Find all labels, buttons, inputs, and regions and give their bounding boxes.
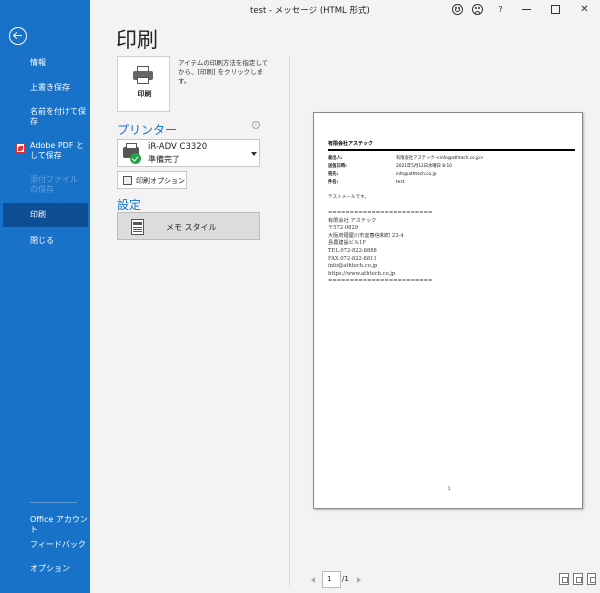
- print-button-label: 印刷: [137, 90, 152, 98]
- preview-rule: [328, 149, 575, 151]
- sidebar-divider: [30, 502, 77, 503]
- sidebar-item-save-as[interactable]: 名前を付けて保存: [0, 107, 90, 127]
- preview-field-from: 差出人: 有限会社アステック <info@athtech.co.jp>: [328, 156, 484, 161]
- printer-section-heading: プリンター: [117, 123, 178, 137]
- print-preview-page: 有限会社アステック 差出人: 有限会社アステック <info@athtech.co…: [313, 112, 583, 509]
- printer-dropdown[interactable]: iR-ADV C3320 準備完了: [117, 139, 260, 167]
- print-button[interactable]: 印刷: [117, 56, 170, 112]
- sidebar-item-options[interactable]: オプション: [0, 564, 90, 574]
- printer-icon: [133, 66, 153, 84]
- window-title: test - メッセージ (HTML 形式): [250, 6, 370, 16]
- title-bar: test - メッセージ (HTML 形式) ? ✕: [90, 0, 600, 20]
- preview-field-sent: 送信日時: 2021年5月12日水曜日 8:10: [328, 164, 452, 169]
- close-icon[interactable]: ✕: [579, 4, 590, 15]
- printer-status: 準備完了: [148, 155, 180, 164]
- preview-divider: [289, 56, 290, 586]
- print-options-label: 印刷オプション: [136, 177, 185, 185]
- print-options-button[interactable]: 印刷オプション: [117, 171, 187, 189]
- sidebar-item-close[interactable]: 閉じる: [0, 236, 90, 246]
- sidebar-item-print[interactable]: 印刷: [3, 203, 88, 227]
- ready-check-icon: [130, 153, 141, 164]
- preview-signature: ======================== 有限会社 アステック 〒572…: [328, 210, 433, 285]
- sidebar-item-feedback[interactable]: フィードバック: [0, 540, 90, 550]
- send-smile-icon[interactable]: [452, 4, 463, 15]
- chevron-down-icon: [251, 152, 257, 156]
- actual-size-icon[interactable]: [559, 573, 569, 585]
- preview-company: 有限会社アステック: [328, 141, 374, 147]
- preview-field-subject: 件名: test: [328, 180, 405, 185]
- sidebar-item-office-account[interactable]: Office アカウント: [0, 515, 90, 535]
- help-icon[interactable]: ?: [495, 4, 506, 15]
- maximize-icon[interactable]: [551, 5, 560, 14]
- sidebar-item-save[interactable]: 上書き保存: [0, 83, 90, 93]
- settings-section-heading: 設定: [117, 198, 142, 212]
- multiple-pages-icon[interactable]: [587, 573, 596, 585]
- sidebar-item-save-pdf-label: Adobe PDF として保存: [30, 141, 84, 160]
- preview-body-text: テストメールです。: [328, 195, 369, 200]
- next-page-icon[interactable]: [357, 577, 361, 583]
- printer-name: iR-ADV C3320: [148, 142, 208, 152]
- page-total: /1: [342, 575, 349, 583]
- print-options-icon: [123, 176, 132, 185]
- adobe-pdf-icon: [16, 143, 25, 153]
- previous-page-icon[interactable]: [311, 577, 315, 583]
- preview-page-number: 1: [447, 487, 451, 492]
- preview-field-to: 宛先: info@athtech.co.jp: [328, 172, 437, 177]
- sidebar-item-info[interactable]: 情報: [0, 58, 90, 68]
- info-icon[interactable]: i: [252, 121, 260, 129]
- page-number-input[interactable]: 1: [322, 571, 341, 588]
- memo-style-icon: [131, 219, 144, 235]
- memo-style-label: メモ スタイル: [166, 223, 217, 232]
- fit-page-icon[interactable]: [573, 573, 583, 585]
- sidebar-item-save-pdf[interactable]: Adobe PDF として保存: [0, 141, 90, 161]
- page-title: 印刷: [116, 28, 158, 52]
- memo-style-option[interactable]: メモ スタイル: [117, 212, 260, 240]
- back-arrow-icon[interactable]: [9, 27, 27, 45]
- send-frown-icon[interactable]: [472, 4, 483, 15]
- print-description: アイテムの印刷方法を指定してから、[印刷] をクリックします。: [178, 59, 269, 85]
- minimize-icon[interactable]: [521, 4, 532, 15]
- sidebar-item-save-attachments: 添付ファイルの保存: [30, 175, 78, 194]
- backstage-sidebar: 情報 上書き保存 名前を付けて保存 Adobe PDF として保存 添付ファイル…: [0, 0, 90, 593]
